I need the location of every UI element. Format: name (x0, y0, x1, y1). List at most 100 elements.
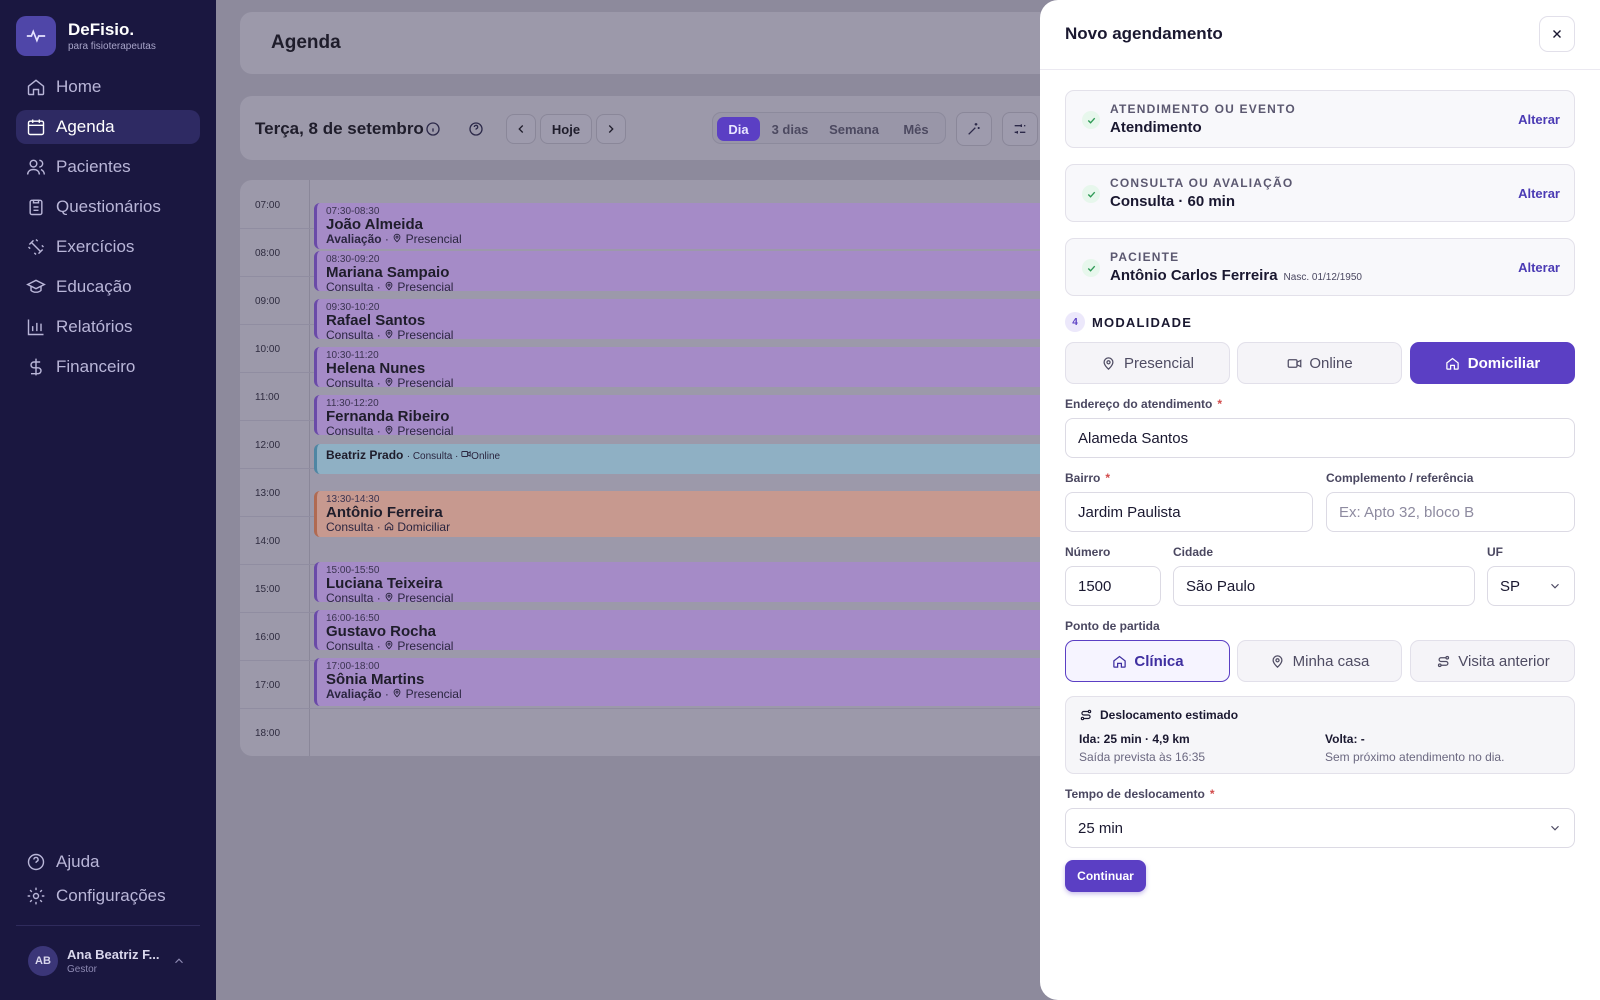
view-3days-tab[interactable]: 3 dias (763, 117, 817, 141)
city-label: Cidade (1173, 545, 1214, 559)
map-pin-icon (384, 280, 394, 291)
sidebar-item-agenda[interactable]: Agenda (16, 110, 200, 144)
map-pin-icon (384, 328, 394, 339)
travel-go: Ida: 25 min · 4,9 km (1079, 732, 1190, 746)
event-type: Consulta (326, 280, 374, 292)
new-appointment-panel: Novo agendamento ATENDIMENTO OU EVENTO A… (1040, 0, 1600, 1000)
info-icon[interactable] (423, 119, 443, 139)
sidebar-item-pacientes[interactable]: Pacientes (16, 150, 200, 184)
hour-label: 12:00 (255, 440, 281, 451)
start-clinic-option[interactable]: Clínica (1065, 640, 1230, 682)
avatar[interactable]: AB (28, 946, 58, 976)
sidebar-item-label: Exercícios (56, 237, 135, 256)
sidebar-item-label: Financeiro (56, 357, 136, 376)
home-icon (26, 77, 46, 97)
alter-consult-type-link[interactable]: Alterar (1518, 186, 1560, 201)
bairro-input[interactable]: Jardim Paulista (1065, 492, 1313, 532)
option-label: Presencial (1123, 354, 1195, 372)
page-header (240, 12, 1100, 74)
sidebar-item-questionarios[interactable]: Questionários (16, 190, 200, 224)
event-patient: Fernanda Ribeiro (326, 408, 450, 425)
address-input[interactable]: Alameda Santos (1065, 418, 1575, 458)
sidebar-item-financeiro[interactable]: Financeiro (16, 350, 200, 384)
start-home-option[interactable]: Minha casa (1237, 640, 1402, 682)
current-date: Terça, 8 de setembro (255, 119, 424, 138)
start-point-label: Ponto de partida (1065, 619, 1160, 633)
filters-button[interactable] (1002, 112, 1038, 146)
event-meta: Consulta · Presencial (326, 376, 1100, 388)
route-icon (1080, 709, 1092, 721)
sparkle-icon (968, 123, 980, 135)
calendar-event[interactable]: 11:30-12:20 Fernanda Ribeiro Consulta · Pr… (314, 395, 1100, 435)
event-time: 17:00-18:00 (326, 661, 380, 672)
alter-patient-link[interactable]: Alterar (1518, 260, 1560, 275)
complement-input[interactable]: Ex: Apto 32, bloco B (1326, 492, 1575, 532)
view-month-tab[interactable]: Mês (891, 117, 941, 141)
calendar-event[interactable]: 13:30-14:30 Antônio Ferreira Consulta · Do… (314, 491, 1100, 537)
map-pin-icon (384, 639, 394, 650)
event-meta: Avaliação · Presencial (326, 687, 462, 701)
map-pin-icon (384, 376, 394, 387)
map-pin-icon (392, 232, 402, 246)
close-button[interactable] (1539, 16, 1575, 52)
event-type: Avaliação (326, 232, 382, 246)
sidebar-item-label: Ajuda (56, 852, 100, 871)
sidebar-item-relatorios[interactable]: Relatórios (16, 310, 200, 344)
modality-domiciliar-option[interactable]: Domiciliar (1410, 342, 1575, 384)
travel-time-label: Tempo de deslocamento * (1065, 787, 1214, 801)
user-name[interactable]: Ana Beatriz F... (67, 947, 159, 962)
pulse-icon (26, 29, 46, 43)
option-label: Visita anterior (1458, 652, 1550, 670)
calendar-event[interactable]: 17:00-18:00 Sônia Martins Avaliação · Pres… (314, 658, 1100, 706)
calendar-event[interactable]: 15:00-15:50 Luciana Teixeira Consulta · Pr… (314, 562, 1100, 602)
previous-day-button[interactable] (506, 114, 536, 144)
event-patient: Gustavo Rocha (326, 623, 437, 640)
uf-select[interactable]: SP (1487, 566, 1575, 606)
alter-event-type-link[interactable]: Alterar (1518, 112, 1560, 127)
travel-time-select[interactable]: 25 min (1065, 808, 1575, 848)
event-mode: Presencial (405, 232, 462, 246)
hour-label: 09:00 (255, 296, 281, 307)
chevron-up-icon[interactable] (172, 954, 186, 968)
modality-online-option[interactable]: Online (1237, 342, 1402, 384)
event-mode: Presencial (405, 687, 462, 701)
travel-back: Volta: - (1325, 732, 1365, 746)
event-mode: Presencial (397, 328, 454, 340)
event-mode: Domiciliar (397, 520, 451, 534)
sidebar-item-exercicios[interactable]: Exercícios (16, 230, 200, 264)
calendar-event[interactable]: 07:30-08:30 João Almeida Avaliação · Prese… (314, 203, 1100, 249)
magic-button[interactable] (956, 112, 992, 146)
calendar-event[interactable]: Beatriz Prado · Consulta · Online (314, 444, 1100, 474)
sidebar-item-ajuda[interactable]: Ajuda (16, 845, 200, 879)
today-button[interactable]: Hoje (540, 114, 592, 144)
city-input[interactable]: São Paulo (1173, 566, 1475, 606)
calendar-event[interactable]: 09:30-10:20 Rafael Santos Consulta · Prese… (314, 299, 1100, 339)
sidebar-item-home[interactable]: Home (16, 70, 200, 104)
step-patient: PACIENTE Antônio Carlos Ferreira Nasc. 01… (1065, 238, 1575, 296)
logo[interactable] (16, 16, 56, 56)
event-meta: Consulta · Domiciliar (326, 520, 451, 534)
event-patient: Antônio Ferreira (326, 504, 443, 521)
continue-button[interactable]: Continuar (1065, 860, 1146, 892)
start-previous-visit-option[interactable]: Visita anterior (1410, 640, 1575, 682)
modality-presencial-option[interactable]: Presencial (1065, 342, 1230, 384)
view-day-tab[interactable]: Dia (717, 117, 760, 141)
sidebar-item-configuracoes[interactable]: Configurações (16, 879, 200, 913)
event-time: 07:30-08:30 (326, 206, 380, 217)
hour-label: 11:00 (255, 392, 280, 403)
calendar-event[interactable]: 16:00-16:50 Gustavo Rocha Consulta · Prese… (314, 610, 1100, 650)
travel-title: Deslocamento estimado (1100, 708, 1239, 722)
sidebar-item-label: Home (56, 77, 102, 96)
uf-label: UF (1487, 545, 1503, 559)
label-text: Endereço do atendimento (1065, 397, 1213, 411)
event-meta: Consulta · Presencial (326, 639, 1100, 651)
calendar-event[interactable]: 08:30-09:20 Mariana Sampaio Consulta · Pre… (314, 251, 1100, 291)
number-input[interactable]: 1500 (1065, 566, 1161, 606)
calendar-event[interactable]: 10:30-11:20 Helena Nunes Consulta · Presen… (314, 347, 1100, 387)
view-week-tab[interactable]: Semana (821, 117, 887, 141)
hour-gridline (240, 708, 1100, 709)
help-icon[interactable] (466, 119, 486, 139)
sidebar-item-educacao[interactable]: Educação (16, 270, 200, 304)
next-day-button[interactable] (596, 114, 626, 144)
event-type: Consulta (326, 424, 374, 436)
